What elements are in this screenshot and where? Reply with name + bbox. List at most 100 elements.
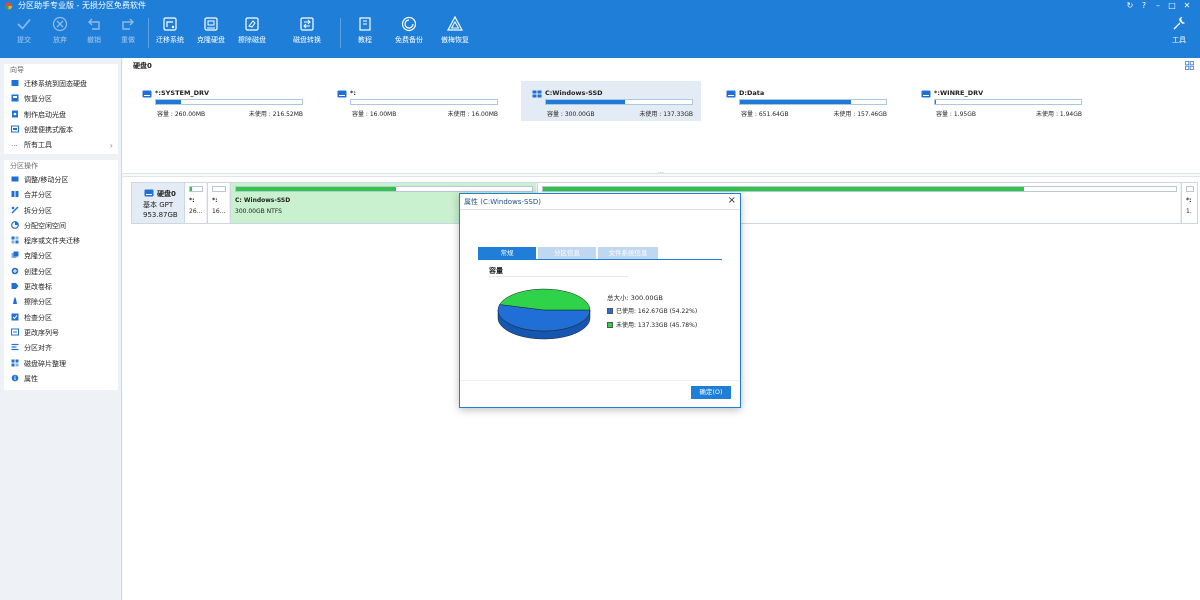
close-button[interactable]: ✕ — [1180, 0, 1194, 12]
partition-usage-bar — [545, 99, 693, 105]
partition-name: *: — [350, 89, 356, 97]
sidebar-item-resize[interactable]: 调整/移动分区 — [4, 173, 118, 188]
split-icon — [11, 206, 19, 214]
dialog-title: 属性 (C:Windows-SSD) — [464, 198, 541, 206]
backup-icon — [401, 16, 417, 32]
ok-button[interactable]: 确定(O) — [691, 386, 731, 399]
migrate-icon — [163, 17, 177, 31]
dialog-titlebar: 属性 (C:Windows-SSD) × — [460, 194, 740, 210]
partition-card[interactable]: D:Data 容量 : 651.64GB 未使用 : 157.46GB — [715, 81, 895, 121]
splitter-grip-icon: ··· — [658, 170, 664, 177]
diskmap-partition[interactable]: *: 1. — [1181, 183, 1197, 223]
partition-free: 未使用 : 1.94GB — [1036, 111, 1082, 118]
clone-icon — [11, 251, 19, 259]
used-swatch — [607, 308, 613, 314]
disc-icon — [12, 110, 18, 118]
sidebar-item-all-tools[interactable]: ··· 所有工具 › — [4, 138, 118, 153]
wizard-panel: 向导 迁移系统到固态硬盘 恢复分区 制作启动光盘 创建便携式版本 ··· 所有工具… — [4, 64, 118, 154]
partition-name: *:SYSTEM_DRV — [155, 89, 210, 97]
sidebar-item-properties[interactable]: 属性 — [4, 372, 118, 387]
sidebar-item-wipe-partition[interactable]: 擦除分区 — [4, 295, 118, 310]
top-bar: 分区助手专业版 - 无损分区免费软件 ↻ ? – □ ✕ 提交 放弃 撤销 重做… — [0, 0, 1200, 58]
tab-filesystem-info[interactable]: 文件系统信息 — [598, 247, 658, 259]
disk-icon — [144, 189, 154, 197]
label-icon — [11, 283, 19, 290]
sidebar-item-check[interactable]: 检查分区 — [4, 311, 118, 326]
diskmap-partition[interactable]: *: 16... — [207, 183, 229, 223]
properties-dialog: 属性 (C:Windows-SSD) × 常规 分区信息 文件系统信息 容量 总… — [459, 193, 741, 408]
sidebar-item-create[interactable]: 创建分区 — [4, 265, 118, 280]
grid-view-icon[interactable] — [1185, 61, 1194, 70]
title-bar: 分区助手专业版 - 无损分区免费软件 ↻ ? – □ ✕ — [0, 0, 1200, 12]
sidebar-item-split[interactable]: 拆分分区 — [4, 204, 118, 219]
partition-ops-panel: 分区操作 调整/移动分区 合并分区 拆分分区 分配空闲空间 程序或文件夹迁移 克… — [4, 160, 118, 390]
partition-card[interactable]: C:Windows-SSD 容量 : 300.00GB 未使用 : 137.33GB — [521, 81, 701, 121]
allocate-icon — [11, 220, 19, 229]
sidebar-item-defrag[interactable]: 磁盘碎片整理 — [4, 357, 118, 372]
partition-name: C:Windows-SSD — [545, 89, 603, 97]
dialog-close-button[interactable]: × — [728, 195, 736, 207]
diskmap-partition-label: *: — [212, 197, 218, 204]
partition-card[interactable]: *:SYSTEM_DRV 容量 : 260.00MB 未使用 : 216.52MB — [131, 81, 311, 121]
diskmap-partition[interactable]: *: 26... — [184, 183, 206, 223]
diskmap-partition-label: C: Windows-SSD — [235, 197, 291, 204]
sidebar-item-merge[interactable]: 合并分区 — [4, 188, 118, 203]
merge-icon — [11, 191, 19, 198]
wipe-icon — [13, 297, 17, 305]
partition-capacity: 容量 : 260.00MB — [157, 111, 206, 118]
sidebar-item-migrate-ssd[interactable]: 迁移系统到固态硬盘 — [4, 77, 118, 92]
partition-name: *:WINRE_DRV — [934, 89, 984, 97]
sidebar-item-recover-partition[interactable]: 恢复分区 — [4, 92, 118, 107]
partition-capacity: 容量 : 300.00GB — [547, 111, 595, 118]
sidebar-item-portable[interactable]: 创建便携式版本 — [4, 123, 118, 138]
diskmap-usage-bar — [542, 186, 1177, 192]
wrench-icon — [1173, 16, 1185, 30]
disk-info[interactable]: 硬盘0 基本 GPT 953.87GB — [132, 183, 184, 223]
restore-icon — [446, 15, 464, 31]
sidebar-item-boot-disc[interactable]: 制作启动光盘 — [4, 108, 118, 123]
diskmap-usage-bar — [189, 186, 203, 192]
wipe-disk-button[interactable]: 擦除磁盘 — [228, 15, 276, 55]
book-icon — [359, 17, 371, 31]
toolbar: 提交 放弃 撤销 重做 迁移系统 克隆硬盘 擦除磁盘 磁盘转换 教程 免费备份 … — [0, 12, 1200, 58]
tutorial-button[interactable]: 教程 — [341, 15, 389, 55]
sidebar-item-serial[interactable]: 更改序列号 — [4, 326, 118, 341]
capacity-title: 容量 — [489, 267, 503, 275]
redo-icon — [122, 18, 134, 30]
pane-splitter[interactable]: ··· — [123, 170, 1200, 177]
sidebar-item-app-move[interactable]: 程序或文件夹迁移 — [4, 234, 118, 249]
tab-general[interactable]: 常规 — [478, 247, 536, 259]
partition-free: 未使用 : 16.00MB — [447, 111, 498, 118]
dialog-footer-divider — [460, 380, 740, 381]
partition-free: 未使用 : 137.33GB — [639, 111, 693, 118]
maximize-button[interactable]: □ — [1165, 0, 1179, 12]
check-icon — [11, 313, 19, 321]
partition-card[interactable]: *:WINRE_DRV 容量 : 1.95GB 未使用 : 1.94GB — [910, 81, 1090, 121]
partition-usage-bar — [155, 99, 303, 105]
tab-partition-info[interactable]: 分区信息 — [538, 247, 596, 259]
help-icon[interactable]: ? — [1137, 0, 1151, 12]
partition-capacity: 容量 : 651.64GB — [741, 111, 789, 118]
sidebar-item-clone-partition[interactable]: 克隆分区 — [4, 249, 118, 264]
cancel-icon — [52, 16, 68, 32]
redo-button[interactable]: 重做 — [104, 15, 152, 55]
partition-free: 未使用 : 157.46GB — [833, 111, 887, 118]
convert-disk-button[interactable]: 磁盘转换 — [283, 15, 331, 55]
wipe-icon — [245, 17, 259, 31]
app-logo-icon — [4, 2, 13, 10]
app-move-icon — [11, 236, 19, 244]
refresh-icon[interactable]: ↻ — [1123, 0, 1137, 12]
aomei-restore-button[interactable]: 傲梅恢复 — [431, 15, 479, 55]
sidebar-item-allocate[interactable]: 分配空闲空间 — [4, 219, 118, 234]
partition-card[interactable]: *: 容量 : 16.00MB 未使用 : 16.00MB — [326, 81, 506, 121]
partition-usage-bar — [350, 99, 498, 105]
minimize-button[interactable]: – — [1151, 0, 1165, 12]
sidebar-item-align[interactable]: 分区对齐 — [4, 341, 118, 356]
sidebar-item-change-label[interactable]: 更改卷标 — [4, 280, 118, 295]
tools-button[interactable]: 工具 — [1159, 15, 1199, 55]
convert-icon — [300, 17, 314, 31]
resize-icon — [11, 176, 19, 182]
usage-fill — [543, 187, 1025, 191]
free-backup-button[interactable]: 免费备份 — [385, 15, 433, 55]
diskmap-usage-bar — [212, 186, 226, 192]
